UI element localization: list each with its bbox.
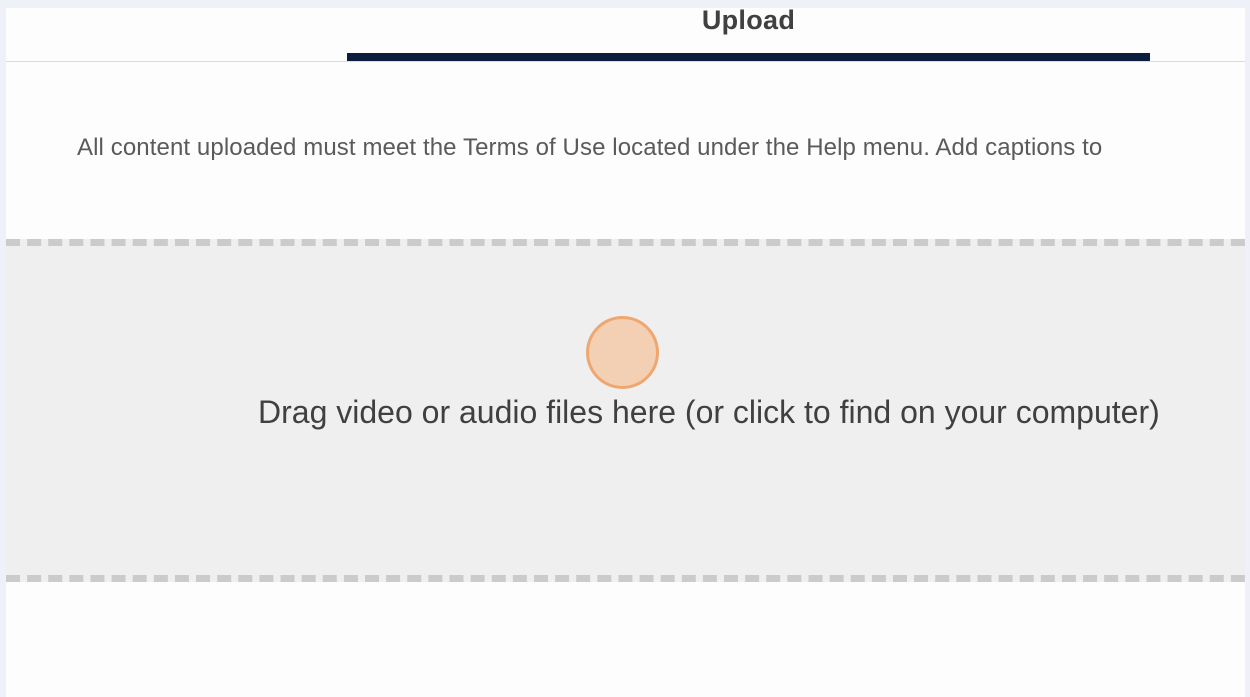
upload-panel: Upload All content uploaded must meet th… (6, 8, 1245, 697)
dropzone-label: Drag video or audio files here (or click… (258, 394, 1160, 430)
file-dropzone[interactable]: Drag video or audio files here (or click… (6, 239, 1245, 582)
tab-upload[interactable]: Upload (347, 8, 1150, 61)
tab-bar: Upload (6, 8, 1245, 62)
tab-upload-label: Upload (701, 8, 796, 35)
active-tab-indicator (347, 53, 1150, 61)
terms-notice: All content uploaded must meet the Terms… (77, 134, 1103, 161)
